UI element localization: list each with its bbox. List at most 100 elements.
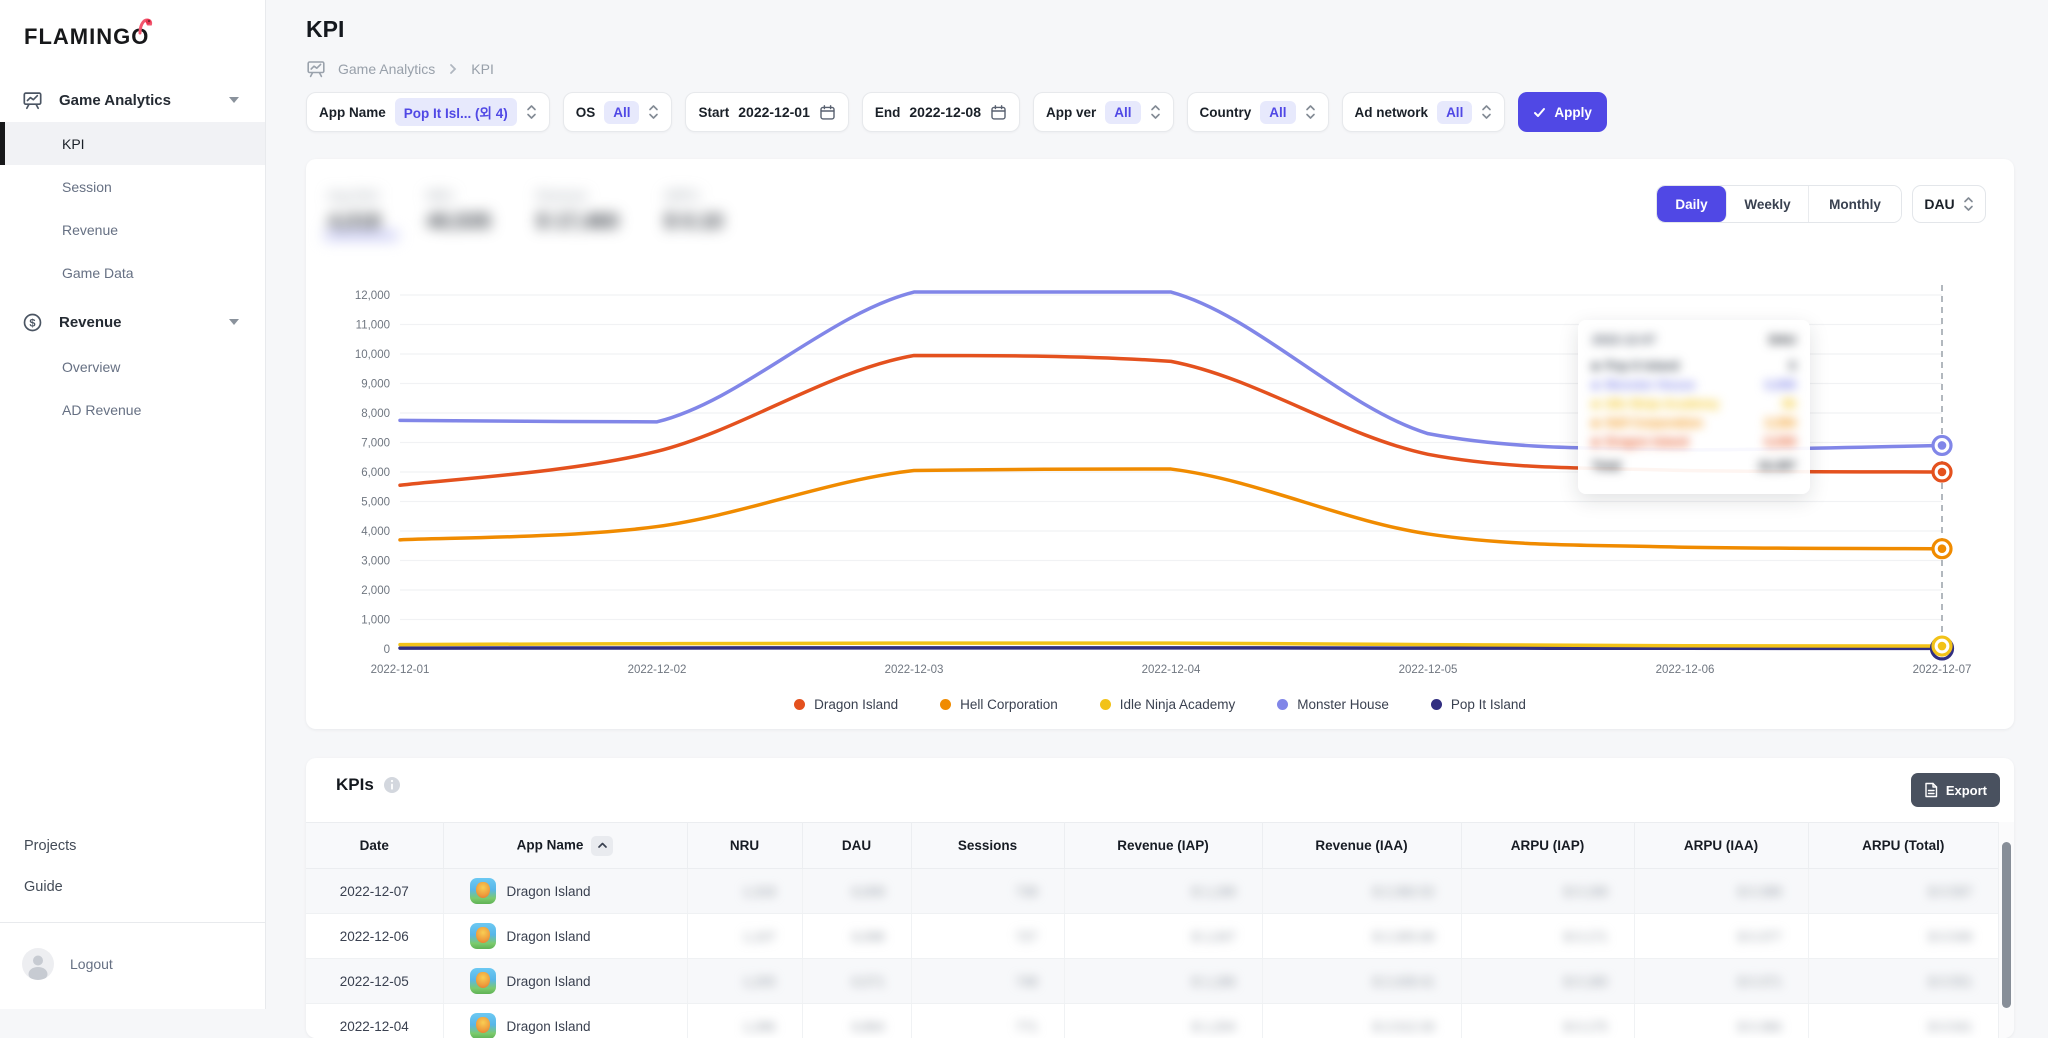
table-scrollbar-thumb[interactable]	[2002, 842, 2011, 1008]
filter-value-pill: All	[604, 101, 639, 124]
tooltip-header: 2022-12-07DAU	[1592, 333, 1796, 347]
cell-metric-blurred: $ 1,047	[1064, 914, 1262, 959]
col-arpu-total[interactable]: ARPU (Total)	[1808, 823, 1998, 869]
filter-label: OS	[576, 105, 596, 120]
sidebar-item-label: Revenue	[62, 222, 118, 238]
sidebar-item-overview[interactable]: Overview	[0, 345, 265, 388]
sidebar-item-kpi[interactable]: KPI	[0, 122, 265, 165]
tooltip-row: Dragon Island6,009	[1592, 432, 1796, 451]
country-filter[interactable]: Country All	[1187, 92, 1329, 132]
tab-monthly[interactable]: Monthly	[1809, 186, 1901, 222]
legend-label: Hell Corporation	[960, 697, 1058, 712]
cell-app-name: Dragon Island	[443, 959, 687, 1004]
apply-label: Apply	[1554, 105, 1592, 120]
sidebar-link-guide[interactable]: Guide	[0, 868, 265, 906]
sidebar-section-revenue[interactable]: $ Revenue	[0, 300, 265, 344]
sidebar-section-label: Game Analytics	[59, 92, 213, 109]
tooltip-dot-icon	[1592, 401, 1599, 408]
end-date-filter[interactable]: End 2022-12-08	[862, 92, 1020, 132]
tooltip-row: Idle Ninja Academy96	[1592, 394, 1796, 413]
cell-metric-blurred: 1,205	[687, 959, 802, 1004]
dollar-circle-icon: $	[22, 312, 43, 333]
cell-app-name: Dragon Island	[443, 869, 687, 914]
sidebar-item-ad-revenue[interactable]: AD Revenue	[0, 388, 265, 431]
breadcrumb-item-current: KPI	[471, 61, 494, 77]
info-icon[interactable]	[383, 776, 401, 794]
sort-asc-icon[interactable]	[591, 836, 613, 856]
legend-label: Pop It Island	[1451, 697, 1526, 712]
table-row[interactable]: 2022-12-07Dragon Island1,3186,009739$ 1,…	[306, 869, 1998, 914]
col-date[interactable]: Date	[306, 823, 443, 869]
table-row[interactable]: 2022-12-06Dragon Island1,1076,098727$ 1,…	[306, 914, 1998, 959]
y-axis-tick: 1,000	[361, 615, 390, 627]
legend-dot-icon	[794, 699, 805, 710]
col-revenue-iaa[interactable]: Revenue (IAA)	[1262, 823, 1461, 869]
metric-select-value: DAU	[1924, 196, 1954, 212]
stat-avg-dau: Avg DAU 4,018	[328, 189, 381, 234]
active-indicator	[0, 122, 5, 165]
legend-dot-icon	[1100, 699, 1111, 710]
tab-daily[interactable]: Daily	[1657, 186, 1727, 222]
export-button[interactable]: Export	[1911, 773, 2000, 807]
y-axis-tick: 8,000	[361, 408, 390, 420]
stat-label: ARPU	[665, 189, 723, 203]
col-nru[interactable]: NRU	[687, 823, 802, 869]
sidebar-item-revenue[interactable]: Revenue	[0, 208, 265, 251]
cell-metric-blurred: 1,318	[687, 869, 802, 914]
legend-item[interactable]: Monster House	[1277, 697, 1389, 712]
logout-button[interactable]: Logout	[0, 940, 265, 988]
stat-arpu: ARPU $ 0.10	[665, 189, 723, 234]
table-scrollbar[interactable]	[1998, 822, 2014, 1038]
col-arpu-iaa[interactable]: ARPU (IAA)	[1634, 823, 1808, 869]
legend-item[interactable]: Idle Ninja Academy	[1100, 697, 1236, 712]
apply-button[interactable]: Apply	[1518, 92, 1607, 132]
legend-dot-icon	[1277, 699, 1288, 710]
breadcrumb: Game Analytics KPI	[306, 58, 494, 80]
col-arpu-iap[interactable]: ARPU (IAP)	[1461, 823, 1634, 869]
metric-select[interactable]: DAU	[1912, 185, 1986, 223]
sidebar-link-projects[interactable]: Projects	[0, 827, 265, 865]
cell-metric-blurred: 1,107	[687, 914, 802, 959]
app-logo[interactable]: FLAMINGO	[24, 24, 149, 50]
chevron-updown-icon	[1963, 195, 1974, 213]
kpis-table-card: KPIs Export Date App Name NRU	[306, 758, 2014, 1038]
app-ver-filter[interactable]: App ver All	[1033, 92, 1174, 132]
col-app-name[interactable]: App Name	[443, 823, 687, 869]
legend-label: Monster House	[1297, 697, 1389, 712]
tab-weekly[interactable]: Weekly	[1727, 186, 1809, 222]
export-label: Export	[1946, 783, 1987, 798]
sidebar-section-game-analytics[interactable]: Game Analytics	[0, 78, 265, 122]
legend-item[interactable]: Pop It Island	[1431, 697, 1526, 712]
y-axis-tick: 6,000	[361, 467, 390, 479]
ad-network-filter[interactable]: Ad network All	[1342, 92, 1506, 132]
tooltip-total-row: Total16,397	[1592, 459, 1796, 473]
stat-value: 40,535	[427, 210, 491, 234]
sidebar-item-game-data[interactable]: Game Data	[0, 251, 265, 294]
app-name-label: Dragon Island	[507, 1019, 591, 1034]
col-sessions[interactable]: Sessions	[911, 823, 1064, 869]
os-filter[interactable]: OS All	[563, 92, 673, 132]
cell-metric-blurred: 6,009	[802, 869, 911, 914]
y-axis-tick: 3,000	[361, 556, 390, 568]
legend-item[interactable]: Dragon Island	[794, 697, 898, 712]
start-date-filter[interactable]: Start 2022-12-01	[685, 92, 848, 132]
x-axis-tick: 2022-12-06	[1656, 664, 1715, 676]
table-row[interactable]: 2022-12-05Dragon Island1,2056,571748$ 1,…	[306, 959, 1998, 1004]
sidebar-item-session[interactable]: Session	[0, 165, 265, 208]
series-line-pop-it-island	[400, 648, 1942, 649]
col-dau[interactable]: DAU	[802, 823, 911, 869]
cell-metric-blurred: 6,571	[802, 959, 911, 1004]
legend-item[interactable]: Hell Corporation	[940, 697, 1058, 712]
kpis-table: Date App Name NRU DAU Sessions Revenue (…	[306, 822, 1998, 1038]
x-axis-tick: 2022-12-03	[885, 664, 944, 676]
tooltip-row: Hell Corporation3,394	[1592, 413, 1796, 432]
breadcrumb-item[interactable]: Game Analytics	[338, 61, 435, 77]
col-revenue-iap[interactable]: Revenue (IAP)	[1064, 823, 1262, 869]
cell-date: 2022-12-06	[306, 914, 443, 959]
chevron-right-icon	[447, 63, 459, 75]
caret-down-icon	[229, 97, 239, 103]
filter-value-pill: All	[1437, 101, 1472, 124]
end-marker-dot	[1938, 642, 1947, 651]
app-name-filter[interactable]: App Name Pop It Isl... (외 4)	[306, 92, 550, 132]
x-axis-tick: 2022-12-04	[1142, 664, 1201, 676]
